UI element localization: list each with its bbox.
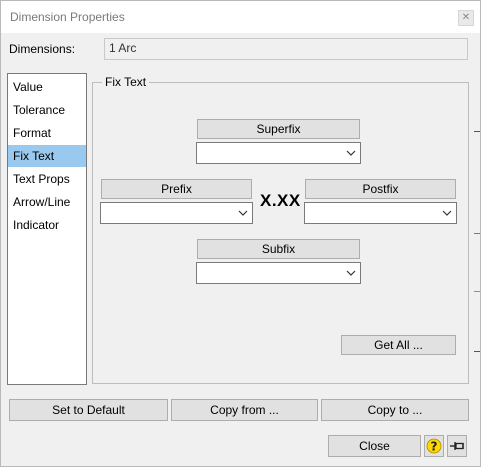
category-item-fix-text[interactable]: Fix Text — [8, 145, 86, 167]
category-item-label: Arrow/Line — [13, 195, 71, 209]
category-item-label: Format — [13, 126, 52, 140]
copy-to-button[interactable]: Copy to ... — [321, 399, 469, 421]
subfix-label-button[interactable]: Subfix — [197, 239, 360, 259]
close-icon: ✕ — [461, 12, 471, 23]
chevron-down-icon — [442, 210, 452, 216]
category-item-format[interactable]: Format — [8, 122, 86, 144]
edge-mark — [474, 351, 480, 352]
postfix-combo[interactable] — [304, 202, 457, 224]
dimension-properties-dialog: Dimension Properties ✕ Dimensions: 1 Arc… — [0, 0, 481, 467]
close-label: Close — [359, 439, 390, 453]
postfix-label: Postfix — [362, 182, 399, 196]
copy-to-label: Copy to ... — [367, 403, 423, 417]
category-item-label: Tolerance — [13, 103, 66, 117]
dimensions-value: 1 Arc — [109, 41, 137, 55]
window-title: Dimension Properties — [10, 10, 125, 24]
prefix-combo[interactable] — [100, 202, 253, 224]
help-button[interactable]: ? — [424, 435, 444, 457]
pin-button[interactable] — [447, 435, 467, 457]
superfix-label-button[interactable]: Superfix — [197, 119, 360, 139]
postfix-label-button[interactable]: Postfix — [305, 179, 456, 199]
chevron-down-icon — [346, 270, 356, 276]
copy-from-button[interactable]: Copy from ... — [171, 399, 318, 421]
category-list[interactable]: Value Tolerance Format Fix Text Text Pro… — [7, 73, 87, 385]
category-item-indicator[interactable]: Indicator — [8, 214, 86, 236]
get-all-label: Get All ... — [374, 338, 423, 352]
set-to-default-button[interactable]: Set to Default — [9, 399, 168, 421]
close-button[interactable]: Close — [328, 435, 421, 457]
edge-mark — [474, 131, 480, 132]
prefix-label-button[interactable]: Prefix — [101, 179, 252, 199]
subfix-label: Subfix — [261, 242, 296, 256]
sample-value-text: X.XX — [260, 191, 301, 210]
subfix-combo[interactable] — [196, 262, 361, 284]
edge-mark — [474, 291, 480, 292]
category-item-text-props[interactable]: Text Props — [8, 168, 86, 190]
chevron-down-icon — [238, 210, 248, 216]
pin-icon — [450, 442, 464, 450]
fix-text-group-title: Fix Text — [102, 75, 150, 89]
svg-text:?: ? — [431, 440, 438, 454]
dimensions-value-field: 1 Arc — [104, 38, 468, 60]
title-bar[interactable]: Dimension Properties ✕ — [1, 1, 480, 33]
superfix-label: Superfix — [256, 122, 301, 136]
category-item-label: Indicator — [13, 218, 60, 232]
superfix-combo[interactable] — [196, 142, 361, 164]
category-item-arrow-line[interactable]: Arrow/Line — [8, 191, 86, 213]
category-item-label: Value — [13, 80, 43, 94]
category-item-label: Text Props — [13, 172, 70, 186]
chevron-down-icon — [346, 150, 356, 156]
category-item-value[interactable]: Value — [8, 76, 86, 98]
dimensions-label: Dimensions: — [9, 42, 76, 56]
copy-from-label: Copy from ... — [210, 403, 279, 417]
category-item-label: Fix Text — [13, 149, 55, 163]
prefix-label: Prefix — [161, 182, 192, 196]
edge-mark — [474, 233, 480, 234]
set-to-default-label: Set to Default — [52, 403, 125, 417]
category-item-tolerance[interactable]: Tolerance — [8, 99, 86, 121]
get-all-button[interactable]: Get All ... — [341, 335, 456, 355]
help-icon: ? — [426, 438, 442, 454]
close-window-button[interactable]: ✕ — [458, 10, 474, 26]
